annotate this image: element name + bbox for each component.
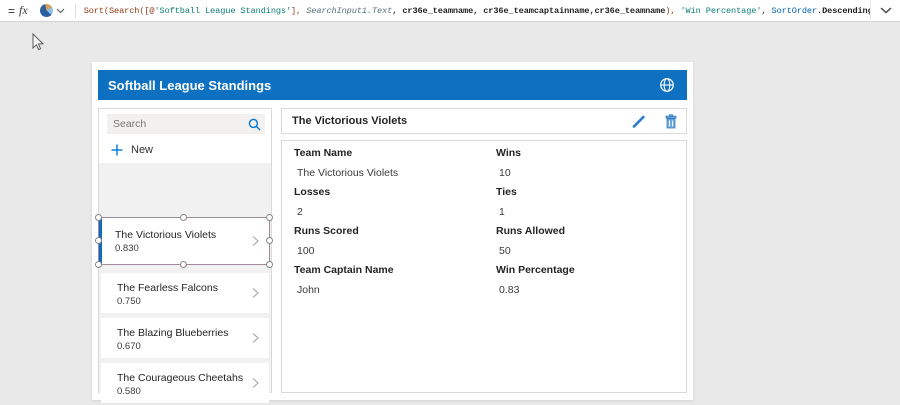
app-title: Softball League Standings bbox=[108, 78, 271, 93]
selection-handle[interactable] bbox=[95, 261, 102, 268]
team-win-pct: 0.670 bbox=[117, 341, 141, 352]
list-item[interactable]: The Blazing Blueberries 0.670 bbox=[101, 318, 269, 358]
formula-token: SearchInput1.Text bbox=[306, 6, 392, 16]
formula-token: 'Win Percentage' bbox=[680, 6, 761, 16]
team-win-pct: 0.580 bbox=[117, 386, 141, 397]
field-label: Ties bbox=[496, 186, 698, 198]
field-label: Runs Scored bbox=[294, 225, 496, 237]
team-gallery-panel: New The Victorious Violets 0.830 bbox=[98, 108, 272, 393]
form-field: Ties 1 bbox=[496, 186, 698, 225]
selection-handle[interactable] bbox=[266, 237, 273, 244]
formula-token: Sort(Search([@ bbox=[84, 6, 155, 16]
search-box[interactable] bbox=[107, 114, 265, 134]
detail-actions bbox=[631, 114, 678, 129]
new-label: New bbox=[131, 144, 153, 156]
field-value: 1 bbox=[499, 206, 698, 218]
field-label: Win Percentage bbox=[496, 264, 698, 276]
field-value: 2 bbox=[297, 206, 496, 218]
field-value: 0.83 bbox=[499, 284, 698, 296]
equals-sign: = bbox=[8, 4, 15, 18]
chevron-right-icon bbox=[252, 236, 259, 247]
team-win-pct: 0.830 bbox=[115, 243, 139, 254]
list-item[interactable]: The Fearless Falcons 0.750 bbox=[101, 273, 269, 313]
delete-button[interactable] bbox=[664, 114, 678, 129]
team-name: The Victorious Violets bbox=[115, 229, 216, 241]
field-value: 10 bbox=[499, 167, 698, 179]
globe-icon[interactable] bbox=[659, 77, 675, 93]
field-value: 100 bbox=[297, 245, 496, 257]
new-record-button[interactable]: New bbox=[111, 141, 153, 159]
app-header: Softball League Standings bbox=[98, 70, 687, 100]
form-grid: Team Name The Victorious Violets Wins 10… bbox=[282, 141, 686, 303]
team-win-pct: 0.750 bbox=[117, 296, 141, 307]
divider bbox=[75, 4, 76, 18]
selection-handle[interactable] bbox=[180, 261, 187, 268]
selection-handle[interactable] bbox=[95, 237, 102, 244]
chevron-down-icon bbox=[56, 8, 65, 14]
trash-icon bbox=[664, 114, 678, 129]
gallery-items: The Victorious Violets 0.830 The Fearles… bbox=[99, 163, 271, 393]
powerapps-studio: = fx Sort(Search([@'Softball League Stan… bbox=[0, 0, 900, 405]
detail-header: The Victorious Violets bbox=[281, 108, 687, 134]
edit-button[interactable] bbox=[631, 114, 646, 129]
list-item-selected[interactable]: The Victorious Violets 0.830 bbox=[99, 218, 269, 264]
search-icon bbox=[248, 118, 261, 131]
formula-bar: = fx Sort(Search([@'Softball League Stan… bbox=[0, 0, 900, 22]
formula-token: cr36e_teamname, cr36e_teamcaptainname,cr… bbox=[402, 6, 665, 16]
app-canvas: Softball League Standings New bbox=[92, 62, 693, 400]
field-label: Losses bbox=[294, 186, 496, 198]
form-field: Runs Scored 100 bbox=[294, 225, 496, 264]
formula-token: 'Softball League Standings' bbox=[155, 6, 292, 16]
detail-title: The Victorious Violets bbox=[292, 115, 407, 127]
formula-token: ], bbox=[291, 6, 306, 16]
data-source-icon bbox=[40, 4, 53, 17]
team-name: The Courageous Cheetahs bbox=[117, 372, 243, 384]
team-name: The Fearless Falcons bbox=[117, 282, 218, 294]
form-field: Win Percentage 0.83 bbox=[496, 264, 698, 303]
selection-handle[interactable] bbox=[180, 214, 187, 221]
form-field: Team Name The Victorious Violets bbox=[294, 147, 496, 186]
form-field: Runs Allowed 50 bbox=[496, 225, 698, 264]
field-label: Wins bbox=[496, 147, 698, 159]
selection-handle[interactable] bbox=[95, 214, 102, 221]
field-label: Team Captain Name bbox=[294, 264, 496, 276]
formula-token: .Descending bbox=[817, 6, 870, 16]
field-value: 50 bbox=[499, 245, 698, 257]
chevron-down-icon bbox=[880, 7, 892, 14]
formula-token: SortOrder bbox=[772, 6, 818, 16]
formula-token: ), bbox=[665, 6, 680, 16]
fx-icon: fx bbox=[19, 3, 28, 18]
form-field: Team Captain Name John bbox=[294, 264, 496, 303]
formula-token: , bbox=[392, 6, 402, 16]
form-field: Wins 10 bbox=[496, 147, 698, 186]
field-value: The Victorious Violets bbox=[297, 167, 496, 179]
formula-token: , bbox=[761, 6, 771, 16]
team-name: The Blazing Blueberries bbox=[117, 327, 228, 339]
pencil-icon bbox=[631, 114, 646, 129]
list-item[interactable]: The Courageous Cheetahs 0.580 bbox=[101, 363, 269, 403]
field-label: Team Name bbox=[294, 147, 496, 159]
form-field: Losses 2 bbox=[294, 186, 496, 225]
selection-handle[interactable] bbox=[266, 214, 273, 221]
search-input[interactable] bbox=[107, 118, 248, 130]
formula-bar-expand-button[interactable] bbox=[870, 0, 900, 22]
formula-context-button[interactable] bbox=[40, 4, 65, 17]
field-value: John bbox=[297, 284, 496, 296]
selection-handle[interactable] bbox=[266, 261, 273, 268]
chevron-right-icon bbox=[252, 288, 259, 299]
chevron-right-icon bbox=[252, 333, 259, 344]
detail-form: Team Name The Victorious Violets Wins 10… bbox=[281, 140, 687, 393]
mouse-cursor bbox=[30, 32, 44, 52]
plus-icon bbox=[111, 144, 123, 156]
formula-input[interactable]: Sort(Search([@'Softball League Standings… bbox=[84, 6, 870, 16]
field-label: Runs Allowed bbox=[496, 225, 698, 237]
chevron-right-icon bbox=[252, 378, 259, 389]
